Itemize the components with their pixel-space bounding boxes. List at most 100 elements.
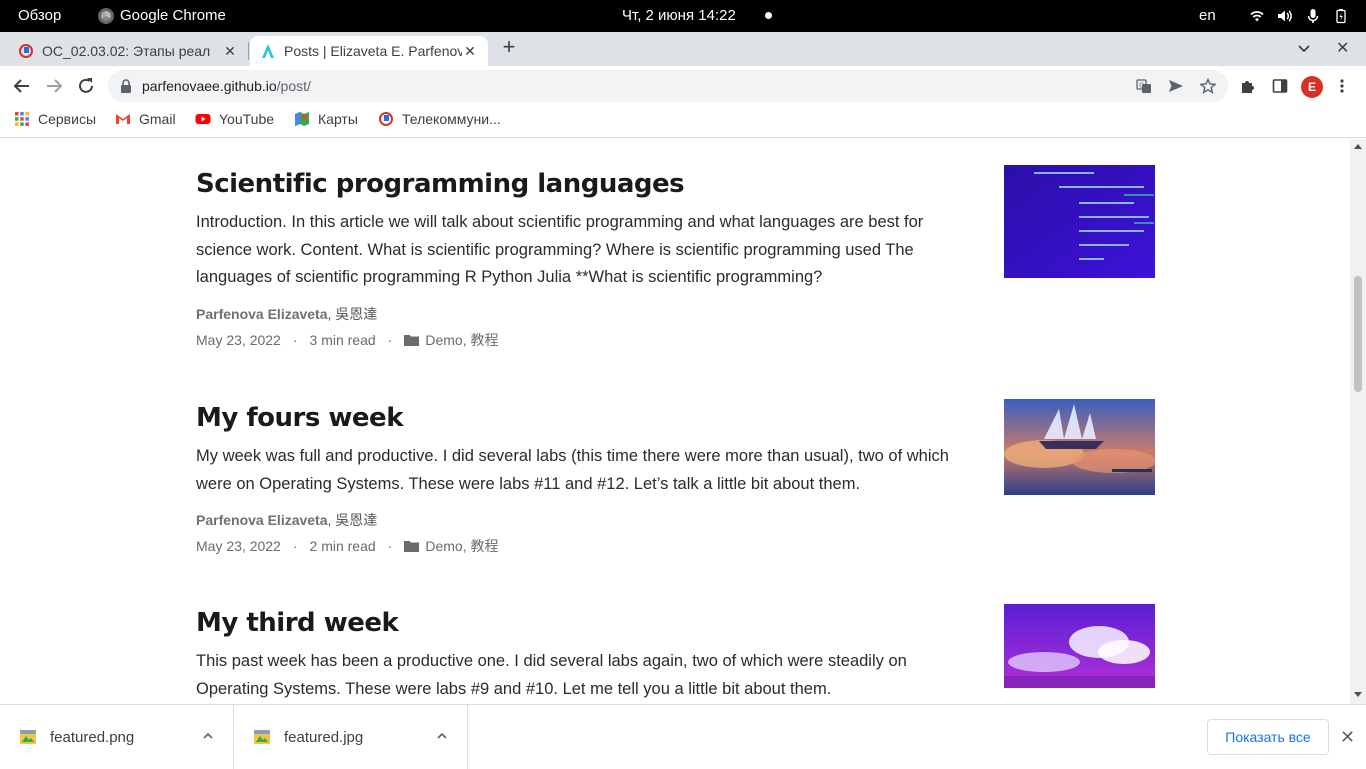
folder-icon [404,334,420,346]
post-summary: This past week has been a productive one… [196,652,907,698]
bookmark-label: YouTube [219,111,275,127]
url-host: parfenovaee.github.io [142,78,277,94]
bookmark-telecom[interactable]: Телекоммуни... [378,111,501,127]
post-item: Scientific programming languages Introdu… [196,165,1156,350]
chevron-up-icon[interactable] [203,731,213,741]
image-file-icon [20,730,36,744]
battery-icon[interactable] [1333,8,1349,24]
bookmark-maps[interactable]: Карты [294,111,358,127]
post-item: My third week This past week has been a … [196,604,1156,703]
extensions-puzzle-icon[interactable] [1240,78,1256,94]
bookmark-star-icon[interactable] [1200,78,1216,94]
svg-text:G: G [1139,82,1144,90]
author-other[interactable]: , 吳恩達 [328,306,378,322]
forward-arrow-icon[interactable] [44,76,64,96]
post-read-time: 3 min read [309,331,376,348]
post-date: May 23, 2022 [196,538,281,554]
author-link[interactable]: Parfenova Elizaveta [196,306,328,322]
author-other[interactable]: , 吳恩達 [328,512,378,528]
post-item: My fours week My week was full and produ… [196,399,1156,556]
telecom-favicon-icon [19,44,33,58]
wifi-icon[interactable] [1249,8,1265,24]
bookmark-label: Карты [318,111,358,127]
keyboard-layout-indicator[interactable]: en [1199,7,1216,24]
profile-avatar[interactable]: E [1301,76,1323,98]
post-date: May 23, 2022 [196,331,281,348]
lock-icon[interactable] [120,79,132,93]
reload-icon[interactable] [76,76,96,96]
post-thumbnail-clouds[interactable] [1004,604,1155,688]
meta-separator: · [292,331,298,348]
maps-icon [295,112,309,126]
folder-icon [404,541,420,552]
post-meta: May 23, 2022 · 3 min read · Demo, 教程 [196,330,1156,350]
scroll-down-arrow-icon[interactable] [1354,692,1362,697]
telecom-icon [379,112,393,126]
bookmark-services[interactable]: Сервисы [14,111,96,127]
tab-search-chevron-down-icon[interactable] [1296,40,1312,56]
image-file-icon [254,730,270,744]
meta-separator: · [387,538,393,554]
tab-strip: ОС_02.03.02: Этапы реал ✕ Posts | Elizav… [0,32,1366,66]
close-shelf-icon[interactable]: ✕ [1340,727,1355,748]
download-filename: featured.png [50,728,135,746]
send-to-device-icon[interactable] [1168,78,1184,94]
download-item[interactable]: featured.png [0,705,234,769]
chrome-app-icon [98,7,114,24]
chevron-up-icon[interactable] [437,731,447,741]
bookmark-youtube[interactable]: YouTube [195,111,274,127]
post-categories[interactable]: Demo, 教程 [425,536,498,556]
clock[interactable]: Чт, 2 июня 14:22 [622,7,736,24]
url-path: /post/ [276,78,311,94]
app-name-label: Google Chrome [120,7,226,24]
browser-toolbar: parfenovaee.github.io/post/ G E [0,66,1366,104]
bookmark-label: Сервисы [38,111,97,127]
show-all-downloads-button[interactable]: Показать все [1207,719,1329,755]
post-meta: May 23, 2022 · 2 min read · Demo, 教程 [196,536,1156,556]
notification-dot-icon [765,12,772,19]
post-thumbnail-ship[interactable] [1004,399,1155,495]
post-thumbnail-code[interactable] [1004,165,1155,278]
bookmark-gmail[interactable]: Gmail [115,111,176,127]
author-link[interactable]: Parfenova Elizaveta [196,512,328,528]
tab-posts[interactable]: Posts | Elizaveta E. Parfenova ✕ [250,36,488,66]
back-arrow-icon[interactable] [12,76,32,96]
system-top-bar: Обзор Google Chrome Чт, 2 июня 14:22 en [0,0,1366,32]
apps-grid-icon [15,112,29,126]
academic-favicon-icon [262,44,274,58]
post-summary: Introduction. In this article we will ta… [196,213,924,286]
download-filename: featured.jpg [284,728,364,746]
post-authors: Parfenova Elizaveta, 吳恩達 [196,304,1156,324]
translate-icon[interactable]: G [1136,78,1152,94]
bookmark-label: Телекоммуни... [402,111,501,127]
scroll-up-arrow-icon[interactable] [1354,144,1362,149]
new-tab-button[interactable]: + [498,36,520,58]
post-summary: My week was full and productive. I did s… [196,447,949,493]
tab-title: Posts | Elizaveta E. Parfenova [284,43,462,59]
meta-separator: · [292,538,298,554]
kebab-menu-icon[interactable] [1334,78,1350,94]
youtube-icon [195,114,211,124]
tab-title: ОС_02.03.02: Этапы реал [42,43,211,59]
bookmarks-bar: Сервисы Gmail YouTube Карты Телекоммуни.… [0,104,1366,138]
volume-icon[interactable] [1276,8,1292,24]
tab-close-icon[interactable]: ✕ [462,43,478,60]
address-bar[interactable]: parfenovaee.github.io/post/ G [108,70,1228,102]
page-content: Scientific programming languages Introdu… [0,139,1350,704]
scrollbar-thumb[interactable] [1354,276,1362,392]
url-text[interactable]: parfenovaee.github.io/post/ [142,78,311,94]
app-menu[interactable]: Google Chrome [98,7,226,24]
window-close-button[interactable]: ✕ [1336,38,1349,58]
page-scrollbar[interactable] [1350,139,1366,704]
post-authors: Parfenova Elizaveta, 吳恩達 [196,510,1156,530]
tab-separator [248,42,249,60]
tab-os-course[interactable]: ОС_02.03.02: Этапы реал ✕ [8,36,248,66]
microphone-icon[interactable] [1305,8,1321,24]
activities-overview-button[interactable]: Обзор [18,7,61,24]
downloads-shelf: featured.png featured.jpg Показать все ✕ [0,704,1366,769]
download-item[interactable]: featured.jpg [234,705,468,769]
post-categories[interactable]: Demo, 教程 [425,330,498,350]
tab-close-icon[interactable]: ✕ [222,43,238,60]
side-panel-icon[interactable] [1272,78,1288,94]
meta-separator: · [387,331,393,348]
